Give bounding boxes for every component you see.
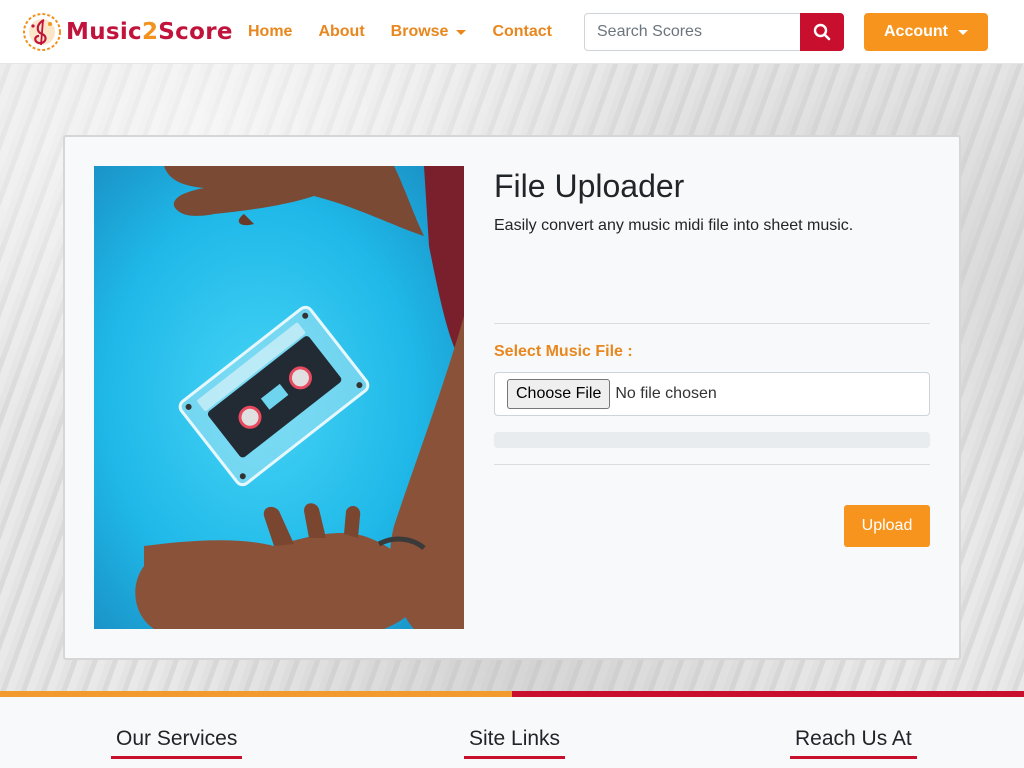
navbar: Music2Score Home About Browse Contact Ac… [0, 0, 1024, 64]
page-title: File Uploader [494, 168, 685, 204]
nav-links: Home About Browse Contact [235, 0, 565, 64]
cassette-hands-image [94, 166, 464, 629]
footer-heading-reach: Reach Us At [790, 727, 917, 759]
divider [494, 464, 930, 465]
nav-about-link[interactable]: About [305, 23, 377, 41]
file-status-text: No file chosen [615, 385, 717, 402]
chevron-down-icon [456, 29, 467, 35]
account-label: Account [884, 23, 948, 40]
page-subtitle: Easily convert any music midi file into … [494, 217, 854, 234]
music-note-logo-icon [23, 13, 61, 51]
choose-file-button[interactable]: Choose File [507, 379, 611, 409]
chevron-down-icon [958, 29, 968, 35]
brand-logo-link[interactable]: Music2Score [22, 12, 233, 52]
footer-heading-links: Site Links [464, 727, 566, 759]
nav-browse-dropdown[interactable]: Browse [378, 23, 480, 41]
divider [494, 323, 930, 324]
upload-progress-bar [494, 432, 930, 448]
nav-browse-label: Browse [390, 23, 449, 40]
nav-contact-link[interactable]: Contact [479, 23, 565, 41]
brand-name: Music2Score [66, 19, 233, 45]
search-input[interactable] [584, 13, 800, 51]
search-form [584, 13, 844, 51]
file-input[interactable]: Choose File No file chosen [494, 372, 930, 416]
account-dropdown-button[interactable]: Account [864, 13, 988, 51]
brand-name-part3: Score [158, 19, 233, 45]
cassette-photo [94, 166, 464, 629]
search-icon [813, 23, 831, 41]
uploader-card: File Uploader Easily convert any music m… [63, 135, 961, 660]
uploader-content: File Uploader Easily convert any music m… [494, 166, 932, 547]
footer-heading-services: Our Services [111, 727, 243, 759]
nav-home-link[interactable]: Home [235, 23, 305, 41]
footer: Our Services Site Links Reach Us At [0, 697, 1024, 768]
brand-name-part1: Music [66, 19, 142, 45]
upload-button[interactable]: Upload [844, 505, 930, 547]
brand-name-part2: 2 [141, 19, 159, 45]
search-button[interactable] [800, 13, 844, 51]
select-file-label: Select Music File : [494, 343, 633, 360]
